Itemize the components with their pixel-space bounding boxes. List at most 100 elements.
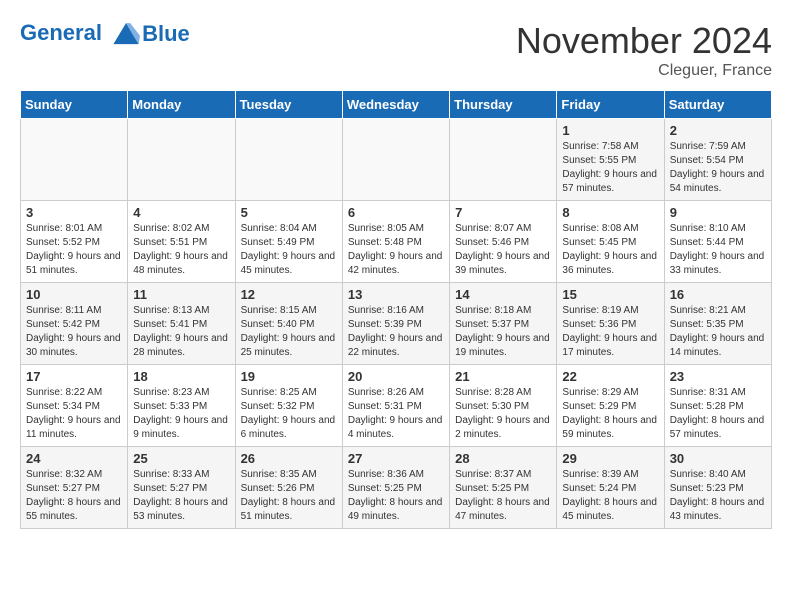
day-info: Sunrise: 8:13 AM Sunset: 5:41 PM Dayligh… bbox=[133, 304, 229, 360]
day-info: Sunrise: 8:08 AM Sunset: 5:45 PM Dayligh… bbox=[562, 222, 658, 278]
day-info: Sunrise: 8:01 AM Sunset: 5:52 PM Dayligh… bbox=[26, 222, 122, 278]
day-cell: 6Sunrise: 8:05 AM Sunset: 5:48 PM Daylig… bbox=[342, 201, 449, 283]
day-cell: 17 Sunrise: 8:22 AM Sunset: 5:34 PM Dayli… bbox=[21, 365, 128, 447]
col-sunday: Sunday bbox=[21, 91, 128, 119]
day-number: 6 bbox=[348, 205, 444, 220]
day-info: Sunrise: 8:07 AM Sunset: 5:46 PM Dayligh… bbox=[455, 222, 551, 278]
day-info: Sunrise: 8:31 AM Sunset: 5:28 PM Dayligh… bbox=[670, 386, 766, 442]
day-cell: 7Sunrise: 8:07 AM Sunset: 5:46 PM Daylig… bbox=[450, 201, 557, 283]
day-cell: 1 Sunrise: 7:58 AM Sunset: 5:55 PM Daylig… bbox=[557, 119, 664, 201]
day-cell: 25 Sunrise: 8:33 AM Sunset: 5:27 PM Dayli… bbox=[128, 447, 235, 529]
day-number: 23 bbox=[670, 369, 766, 384]
day-cell: 16Sunrise: 8:21 AM Sunset: 5:35 PM Dayli… bbox=[664, 283, 771, 365]
day-cell: 19Sunrise: 8:25 AM Sunset: 5:32 PM Dayli… bbox=[235, 365, 342, 447]
day-cell: 11 Sunrise: 8:13 AM Sunset: 5:41 PM Dayli… bbox=[128, 283, 235, 365]
col-saturday: Saturday bbox=[664, 91, 771, 119]
day-info: Sunrise: 8:40 AM Sunset: 5:23 PM Dayligh… bbox=[670, 468, 766, 524]
day-number: 13 bbox=[348, 287, 444, 302]
col-tuesday: Tuesday bbox=[235, 91, 342, 119]
day-number: 1 bbox=[562, 123, 658, 138]
day-cell: 12 Sunrise: 8:15 AM Sunset: 5:40 PM Dayli… bbox=[235, 283, 342, 365]
day-number: 28 bbox=[455, 451, 551, 466]
day-number: 22 bbox=[562, 369, 658, 384]
day-info: Sunrise: 8:23 AM Sunset: 5:33 PM Dayligh… bbox=[133, 386, 229, 442]
day-info: Sunrise: 8:36 AM Sunset: 5:25 PM Dayligh… bbox=[348, 468, 444, 524]
day-number: 3 bbox=[26, 205, 122, 220]
day-info: Sunrise: 8:28 AM Sunset: 5:30 PM Dayligh… bbox=[455, 386, 551, 442]
day-info: Sunrise: 8:10 AM Sunset: 5:44 PM Dayligh… bbox=[670, 222, 766, 278]
day-info: Sunrise: 7:59 AM Sunset: 5:54 PM Dayligh… bbox=[670, 140, 766, 196]
week-row-0: 1 Sunrise: 7:58 AM Sunset: 5:55 PM Daylig… bbox=[21, 119, 772, 201]
week-row-4: 24Sunrise: 8:32 AM Sunset: 5:27 PM Dayli… bbox=[21, 447, 772, 529]
day-info: Sunrise: 8:39 AM Sunset: 5:24 PM Dayligh… bbox=[562, 468, 658, 524]
day-cell: 27 Sunrise: 8:36 AM Sunset: 5:25 PM Dayli… bbox=[342, 447, 449, 529]
day-info: Sunrise: 8:35 AM Sunset: 5:26 PM Dayligh… bbox=[241, 468, 337, 524]
day-info: Sunrise: 7:58 AM Sunset: 5:55 PM Dayligh… bbox=[562, 140, 658, 196]
day-number: 16 bbox=[670, 287, 766, 302]
day-cell: 13 Sunrise: 8:16 AM Sunset: 5:39 PM Dayli… bbox=[342, 283, 449, 365]
day-number: 15 bbox=[562, 287, 658, 302]
day-cell: 3 Sunrise: 8:01 AM Sunset: 5:52 PM Daylig… bbox=[21, 201, 128, 283]
day-cell bbox=[235, 119, 342, 201]
day-info: Sunrise: 8:15 AM Sunset: 5:40 PM Dayligh… bbox=[241, 304, 337, 360]
logo-blue: Blue bbox=[142, 21, 190, 47]
day-number: 9 bbox=[670, 205, 766, 220]
day-number: 12 bbox=[241, 287, 337, 302]
day-cell: 8Sunrise: 8:08 AM Sunset: 5:45 PM Daylig… bbox=[557, 201, 664, 283]
day-cell: 14 Sunrise: 8:18 AM Sunset: 5:37 PM Dayli… bbox=[450, 283, 557, 365]
col-wednesday: Wednesday bbox=[342, 91, 449, 119]
day-number: 30 bbox=[670, 451, 766, 466]
day-number: 26 bbox=[241, 451, 337, 466]
day-number: 27 bbox=[348, 451, 444, 466]
day-info: Sunrise: 8:26 AM Sunset: 5:31 PM Dayligh… bbox=[348, 386, 444, 442]
day-info: Sunrise: 8:19 AM Sunset: 5:36 PM Dayligh… bbox=[562, 304, 658, 360]
header: General Blue November 2024 Cleguer, Fran… bbox=[20, 20, 772, 80]
day-cell: 2 Sunrise: 7:59 AM Sunset: 5:54 PM Daylig… bbox=[664, 119, 771, 201]
week-row-3: 17 Sunrise: 8:22 AM Sunset: 5:34 PM Dayli… bbox=[21, 365, 772, 447]
day-cell: 18 Sunrise: 8:23 AM Sunset: 5:33 PM Dayli… bbox=[128, 365, 235, 447]
day-number: 24 bbox=[26, 451, 122, 466]
day-cell: 23 Sunrise: 8:31 AM Sunset: 5:28 PM Dayli… bbox=[664, 365, 771, 447]
day-number: 17 bbox=[26, 369, 122, 384]
day-cell: 21Sunrise: 8:28 AM Sunset: 5:30 PM Dayli… bbox=[450, 365, 557, 447]
day-number: 2 bbox=[670, 123, 766, 138]
day-number: 18 bbox=[133, 369, 229, 384]
week-row-1: 3 Sunrise: 8:01 AM Sunset: 5:52 PM Daylig… bbox=[21, 201, 772, 283]
day-number: 25 bbox=[133, 451, 229, 466]
day-info: Sunrise: 8:16 AM Sunset: 5:39 PM Dayligh… bbox=[348, 304, 444, 360]
day-cell: 30 Sunrise: 8:40 AM Sunset: 5:23 PM Dayli… bbox=[664, 447, 771, 529]
day-cell bbox=[450, 119, 557, 201]
day-number: 29 bbox=[562, 451, 658, 466]
day-cell: 9 Sunrise: 8:10 AM Sunset: 5:44 PM Daylig… bbox=[664, 201, 771, 283]
logo-icon bbox=[112, 20, 140, 48]
col-friday: Friday bbox=[557, 91, 664, 119]
day-number: 4 bbox=[133, 205, 229, 220]
week-row-2: 10 Sunrise: 8:11 AM Sunset: 5:42 PM Dayli… bbox=[21, 283, 772, 365]
day-cell: 26 Sunrise: 8:35 AM Sunset: 5:26 PM Dayli… bbox=[235, 447, 342, 529]
month-title: November 2024 bbox=[516, 20, 772, 62]
col-monday: Monday bbox=[128, 91, 235, 119]
day-info: Sunrise: 8:11 AM Sunset: 5:42 PM Dayligh… bbox=[26, 304, 122, 360]
header-row: Sunday Monday Tuesday Wednesday Thursday… bbox=[21, 91, 772, 119]
day-info: Sunrise: 8:18 AM Sunset: 5:37 PM Dayligh… bbox=[455, 304, 551, 360]
day-cell: 29 Sunrise: 8:39 AM Sunset: 5:24 PM Dayli… bbox=[557, 447, 664, 529]
location-subtitle: Cleguer, France bbox=[516, 62, 772, 80]
day-number: 11 bbox=[133, 287, 229, 302]
day-cell: 28Sunrise: 8:37 AM Sunset: 5:25 PM Dayli… bbox=[450, 447, 557, 529]
day-cell: 20Sunrise: 8:26 AM Sunset: 5:31 PM Dayli… bbox=[342, 365, 449, 447]
day-cell bbox=[21, 119, 128, 201]
calendar-table: Sunday Monday Tuesday Wednesday Thursday… bbox=[20, 90, 772, 529]
day-cell bbox=[342, 119, 449, 201]
day-info: Sunrise: 8:04 AM Sunset: 5:49 PM Dayligh… bbox=[241, 222, 337, 278]
logo: General Blue bbox=[20, 20, 190, 48]
day-info: Sunrise: 8:25 AM Sunset: 5:32 PM Dayligh… bbox=[241, 386, 337, 442]
day-info: Sunrise: 8:22 AM Sunset: 5:34 PM Dayligh… bbox=[26, 386, 122, 442]
day-cell bbox=[128, 119, 235, 201]
day-info: Sunrise: 8:02 AM Sunset: 5:51 PM Dayligh… bbox=[133, 222, 229, 278]
day-info: Sunrise: 8:33 AM Sunset: 5:27 PM Dayligh… bbox=[133, 468, 229, 524]
day-number: 14 bbox=[455, 287, 551, 302]
logo-general: General bbox=[20, 20, 102, 45]
day-cell: 10 Sunrise: 8:11 AM Sunset: 5:42 PM Dayli… bbox=[21, 283, 128, 365]
page: General Blue November 2024 Cleguer, Fran… bbox=[0, 0, 792, 549]
day-number: 10 bbox=[26, 287, 122, 302]
